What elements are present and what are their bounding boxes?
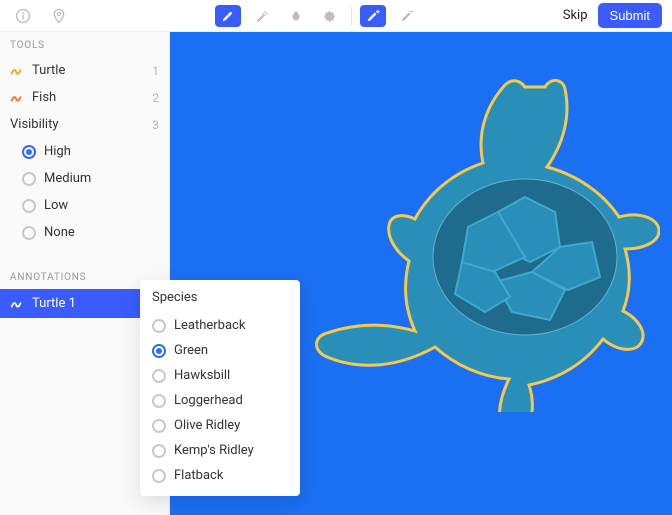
pen-add-tool-icon[interactable]: [360, 5, 386, 27]
visibility-header-row[interactable]: Visibility 3: [0, 111, 169, 138]
visibility-option-high[interactable]: High: [0, 138, 169, 165]
species-option-flatback[interactable]: Flatback: [152, 463, 288, 488]
squiggle-icon: [10, 91, 24, 105]
radio-label: Loggerhead: [174, 393, 243, 408]
squiggle-icon: [10, 297, 24, 311]
species-option-hawksbill[interactable]: Hawksbill: [152, 363, 288, 388]
visibility-option-low[interactable]: Low: [0, 192, 169, 219]
pen-tool-icon[interactable]: [215, 5, 241, 27]
annotated-turtle[interactable]: [300, 72, 660, 412]
tool-count: 1: [152, 64, 159, 78]
pen-remove-tool-icon[interactable]: [394, 5, 420, 27]
puzzle-tool-icon[interactable]: [317, 5, 343, 27]
radio-label: Kemp's Ridley: [174, 443, 254, 458]
radio-icon: [152, 369, 166, 383]
radio-label: High: [44, 144, 71, 159]
species-option-leatherback[interactable]: Leatherback: [152, 313, 288, 338]
info-icon[interactable]: [10, 5, 36, 27]
species-option-oliveridley[interactable]: Olive Ridley: [152, 413, 288, 438]
radio-label: Leatherback: [174, 318, 245, 333]
submit-button[interactable]: Submit: [598, 3, 662, 28]
radio-label: Low: [44, 198, 68, 213]
radio-label: Hawksbill: [174, 368, 230, 383]
species-option-kempsridley[interactable]: Kemp's Ridley: [152, 438, 288, 463]
top-toolbar: Skip Submit: [0, 0, 672, 32]
tool-item-fish[interactable]: Fish 2: [0, 84, 169, 111]
radio-label: Medium: [44, 171, 91, 186]
radio-icon: [152, 444, 166, 458]
species-option-loggerhead[interactable]: Loggerhead: [152, 388, 288, 413]
radio-icon: [152, 394, 166, 408]
location-icon[interactable]: [46, 5, 72, 27]
visibility-count: 3: [152, 118, 159, 132]
radio-icon: [22, 226, 36, 240]
skip-button[interactable]: Skip: [563, 8, 588, 23]
radio-icon: [152, 419, 166, 433]
radio-icon: [22, 145, 36, 159]
radio-icon: [152, 469, 166, 483]
tool-item-turtle[interactable]: Turtle 1: [0, 57, 169, 84]
tool-count: 2: [152, 91, 159, 105]
radio-icon: [22, 199, 36, 213]
radio-icon: [22, 172, 36, 186]
drop-tool-icon[interactable]: [283, 5, 309, 27]
wand-tool-icon[interactable]: [249, 5, 275, 27]
radio-label: Green: [174, 343, 208, 358]
squiggle-icon: [10, 64, 24, 78]
species-title: Species: [152, 290, 288, 305]
species-option-green[interactable]: Green: [152, 338, 288, 363]
species-popover: Species Leatherback Green Hawksbill Logg…: [140, 280, 300, 496]
radio-label: Olive Ridley: [174, 418, 240, 433]
radio-icon: [152, 344, 166, 358]
visibility-header: Visibility: [10, 117, 59, 132]
visibility-option-none[interactable]: None: [0, 219, 169, 246]
radio-label: Flatback: [174, 468, 223, 483]
toolbar-separator: [351, 7, 352, 25]
radio-icon: [152, 319, 166, 333]
radio-label: None: [44, 225, 75, 240]
visibility-option-medium[interactable]: Medium: [0, 165, 169, 192]
tool-label: Turtle: [32, 63, 65, 78]
tools-section-header: TOOLS: [0, 32, 169, 57]
tool-label: Fish: [32, 90, 56, 105]
annotation-label: Turtle 1: [32, 296, 76, 311]
